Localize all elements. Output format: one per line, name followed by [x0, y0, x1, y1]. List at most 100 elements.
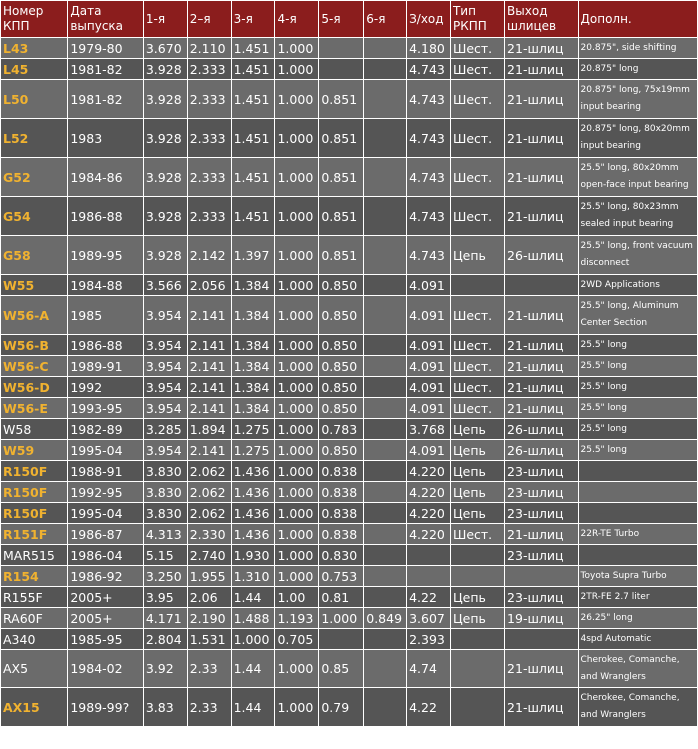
cell-gear-2: 2.33 [187, 688, 231, 726]
cell-reverse: 4.743 [407, 236, 450, 274]
cell-gear-2: 2.141 [187, 296, 231, 334]
cell-notes [578, 503, 697, 523]
cell-gear-1: 3.928 [143, 158, 187, 196]
cell-gear-6 [364, 440, 407, 460]
header-years: Дата выпуска [68, 1, 143, 37]
cell-output-splines: 23-шлиц [505, 587, 578, 607]
cell-gear-1: 3.928 [143, 80, 187, 118]
cell-gear-4: 1.000 [275, 440, 319, 460]
cell-reverse: 4.091 [407, 440, 450, 460]
cell-years: 2005+ [68, 587, 143, 607]
cell-model: R151F [1, 524, 68, 544]
cell-years: 1993-95 [68, 398, 143, 418]
cell-years: 1989-99? [68, 688, 143, 726]
cell-gear-6 [364, 377, 407, 397]
cell-transfer-type: Шест. [450, 356, 505, 376]
cell-transfer-type [450, 545, 505, 565]
cell-gear-3: 1.44 [231, 650, 275, 687]
cell-gear-3: 1.436 [231, 503, 275, 523]
cell-gear-5: 0.753 [319, 566, 364, 586]
cell-model: L45 [1, 59, 68, 79]
cell-gear-4: 1.000 [275, 482, 319, 502]
cell-gear-6 [364, 482, 407, 502]
cell-model: AX5 [1, 650, 68, 687]
cell-gear-5 [319, 59, 364, 79]
cell-gear-6 [364, 296, 407, 334]
cell-years: 1986-92 [68, 566, 143, 586]
header-row: Номер КПП Дата выпуска 1-я 2–я 3-я 4-я 5… [1, 1, 697, 37]
cell-gear-4: 1.000 [275, 119, 319, 157]
cell-gear-3: 1.436 [231, 524, 275, 544]
cell-gear-1: 3.285 [143, 419, 187, 439]
cell-gear-4: 1.000 [275, 59, 319, 79]
cell-gear-1: 3.250 [143, 566, 187, 586]
cell-model: MAR515 [1, 545, 68, 565]
cell-reverse: 4.091 [407, 335, 450, 355]
cell-gear-4: 1.000 [275, 503, 319, 523]
cell-gear-6 [364, 461, 407, 481]
cell-gear-4: 1.000 [275, 236, 319, 274]
cell-gear-3: 1.384 [231, 296, 275, 334]
cell-transfer-type: Шест. [450, 335, 505, 355]
cell-gear-6 [364, 587, 407, 607]
cell-gear-3: 1.930 [231, 545, 275, 565]
cell-model: G54 [1, 197, 68, 235]
cell-gear-5: 0.838 [319, 482, 364, 502]
cell-gear-4: 1.000 [275, 461, 319, 481]
cell-reverse: 2.393 [407, 629, 450, 649]
cell-gear-1: 3.954 [143, 398, 187, 418]
cell-gear-6 [364, 335, 407, 355]
cell-transfer-type: Шест. [450, 377, 505, 397]
cell-gear-2: 2.740 [187, 545, 231, 565]
table-row: W56-A 1985 3.954 2.141 1.384 1.000 0.850 4.091 Ш… [1, 296, 697, 334]
cell-model: L52 [1, 119, 68, 157]
cell-model: R155F [1, 587, 68, 607]
cell-gear-3: 1.451 [231, 158, 275, 196]
cell-reverse: 4.091 [407, 356, 450, 376]
cell-reverse: 4.743 [407, 59, 450, 79]
table-row: L45 1981-82 3.928 2.333 1.451 1.000 4.743 Шест.… [1, 59, 697, 79]
cell-notes: 25.5" long [578, 335, 697, 355]
cell-gear-1: 3.830 [143, 482, 187, 502]
cell-years: 1982-89 [68, 419, 143, 439]
cell-gear-1: 3.83 [143, 688, 187, 726]
cell-model: AX15 [1, 688, 68, 726]
cell-notes: Toyota Supra Turbo [578, 566, 697, 586]
cell-model: W55 [1, 275, 68, 295]
cell-gear-5: 0.851 [319, 236, 364, 274]
cell-gear-6 [364, 197, 407, 235]
cell-notes: Cherokee, Comanche, and Wranglers [578, 688, 697, 726]
table-row: W55 1984-88 3.566 2.056 1.384 1.000 0.850 4.091… [1, 275, 697, 295]
cell-gear-5: 0.851 [319, 119, 364, 157]
cell-gear-4: 1.000 [275, 296, 319, 334]
cell-notes: 20.875" long, 75x19mm input bearing [578, 80, 697, 118]
cell-gear-5: 1.000 [319, 608, 364, 628]
cell-years: 1986-04 [68, 545, 143, 565]
header-model: Номер КПП [1, 1, 68, 37]
cell-gear-6 [364, 503, 407, 523]
cell-model: R154 [1, 566, 68, 586]
cell-reverse: 4.220 [407, 524, 450, 544]
cell-gear-1: 3.95 [143, 587, 187, 607]
cell-gear-2: 2.141 [187, 377, 231, 397]
table-row: R150F 1988-91 3.830 2.062 1.436 1.000 0.838 4.2… [1, 461, 697, 481]
cell-years: 1986-88 [68, 197, 143, 235]
cell-years: 1985 [68, 296, 143, 334]
cell-gear-4: 1.193 [275, 608, 319, 628]
table-row: L52 1983 3.928 2.333 1.451 1.000 0.851 4.743 Шес… [1, 119, 697, 157]
header-reverse: З/ход [407, 1, 450, 37]
cell-years: 1981-82 [68, 80, 143, 118]
cell-gear-3: 1.44 [231, 688, 275, 726]
gearbox-table: Номер КПП Дата выпуска 1-я 2–я 3-я 4-я 5… [0, 0, 698, 727]
cell-gear-6: 0.849 [364, 608, 407, 628]
cell-years: 1995-04 [68, 440, 143, 460]
cell-gear-3: 1.397 [231, 236, 275, 274]
cell-transfer-type: Цепь [450, 608, 505, 628]
cell-notes: 2WD Applications [578, 275, 697, 295]
cell-reverse: 4.091 [407, 377, 450, 397]
cell-output-splines: 21-шлиц [505, 59, 578, 79]
cell-model: RA60F [1, 608, 68, 628]
cell-output-splines: 23-шлиц [505, 503, 578, 523]
cell-output-splines [505, 566, 578, 586]
cell-gear-6 [364, 80, 407, 118]
